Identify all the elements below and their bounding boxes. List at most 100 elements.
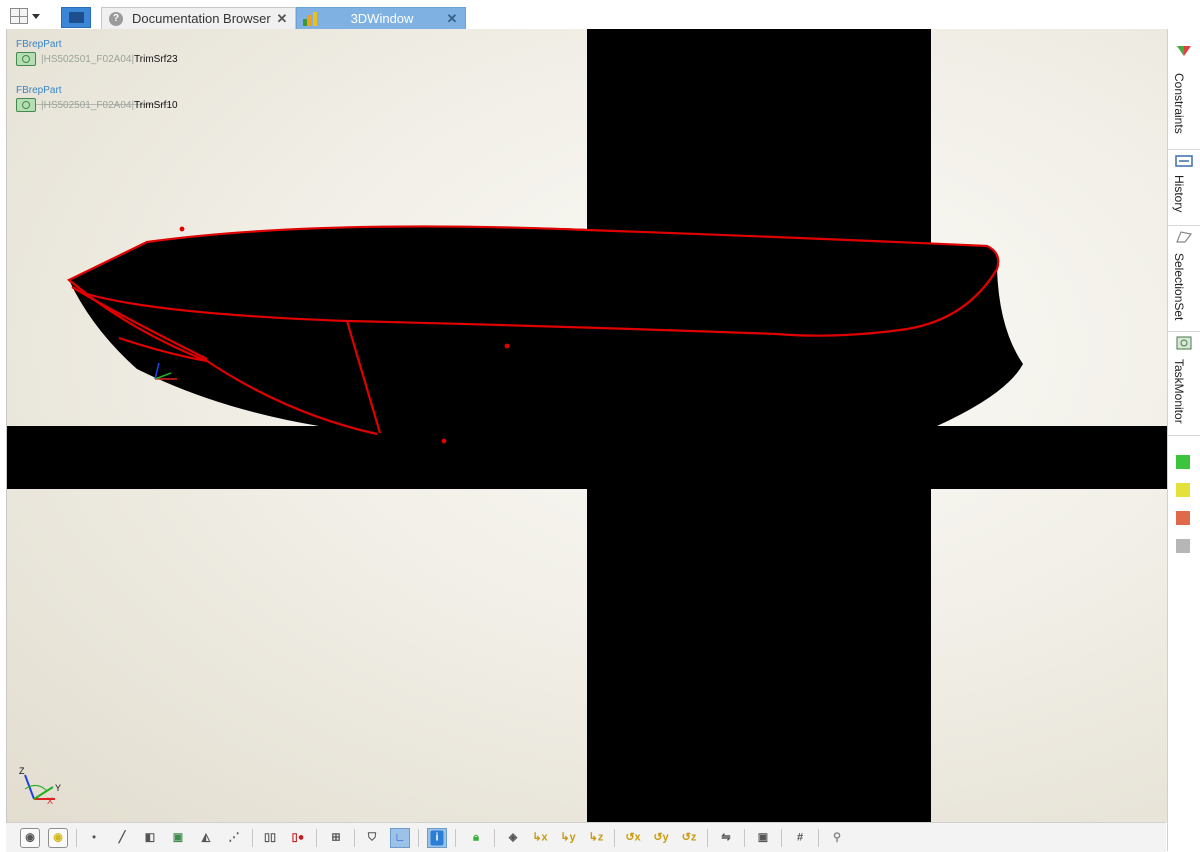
info-button[interactable]: i: [427, 828, 447, 848]
3d-viewport[interactable]: Z Y X FBrepPart |HS502501_F02A04| TrimSrf…: [6, 29, 1167, 822]
selection-set-icon: [1176, 231, 1193, 243]
control-point[interactable]: [504, 343, 510, 349]
axis-y-label: Y: [55, 783, 61, 793]
part-path: |HS502501_F02A04|: [41, 99, 135, 111]
tab-history[interactable]: History: [1168, 149, 1200, 226]
surface-icon: ◧: [144, 831, 156, 844]
close-icon[interactable]: ✕: [275, 11, 289, 27]
section-icon: ⊞: [331, 831, 341, 844]
tab-3dwindow[interactable]: 3DWindow ✕: [296, 7, 466, 29]
control-point[interactable]: [441, 438, 447, 444]
view-x-icon: ↳x: [532, 831, 548, 844]
point-icon: •: [92, 831, 96, 844]
tab-label: Documentation Browser: [132, 11, 271, 26]
solid-filter-button[interactable]: ◭: [196, 828, 216, 848]
toolbar-divider: [707, 829, 708, 847]
part-filter-button[interactable]: ▣: [168, 828, 188, 848]
toolbar-divider: [494, 829, 495, 847]
radio-on-button[interactable]: ◉: [48, 828, 68, 848]
tab-label: Constraints: [1172, 73, 1186, 134]
grid-icon: #: [796, 831, 804, 844]
solid-icon: ◭: [201, 831, 211, 844]
iso-view-button[interactable]: ◈: [503, 828, 523, 848]
task-monitor-icon: [1176, 336, 1192, 350]
part-name: TrimSrf23: [134, 53, 178, 65]
status-swatch-gray[interactable]: [1176, 539, 1190, 553]
brep-part-icon: [16, 98, 36, 112]
brep-part-icon: [16, 52, 36, 66]
view-toolbar: ◉ ◉ • ╱ ◧ ▣ ◭ ⋰ ▯▯ ▯● ⊞ ⛉ ∟ i 🔒︎ ◈ ↳x ↳y…: [6, 822, 1166, 852]
tab-selectionset[interactable]: SelectionSet: [1168, 225, 1200, 332]
lock-button[interactable]: 🔒︎: [466, 828, 486, 848]
tab-label: TaskMonitor: [1172, 359, 1186, 424]
zoom-button[interactable]: ⚲: [827, 828, 847, 848]
part-class-label: FBrepPart: [16, 39, 62, 50]
toolbar-divider: [781, 829, 782, 847]
dotted-line-button[interactable]: ⋰: [224, 828, 244, 848]
tab-label: History: [1172, 175, 1186, 213]
dotted-line-icon: ⋰: [228, 831, 240, 844]
view-y-button[interactable]: ↳y: [558, 828, 578, 848]
control-point[interactable]: [179, 226, 185, 232]
toolbar-divider: [76, 829, 77, 847]
curve-icon: ╱: [118, 831, 126, 844]
folder-icon: [69, 12, 84, 23]
section-button[interactable]: ⊞: [326, 828, 346, 848]
part-icon: ▣: [172, 831, 184, 844]
toolbar-divider: [418, 829, 419, 847]
point-filter-button[interactable]: •: [84, 828, 104, 848]
zoom-icon: ⚲: [832, 831, 842, 844]
shield-button[interactable]: ⛉: [362, 828, 382, 848]
view-z-button[interactable]: ↳z: [586, 828, 606, 848]
toolbar-divider: [744, 829, 745, 847]
curve-filter-button[interactable]: ╱: [112, 828, 132, 848]
wireframe-button[interactable]: ▯▯: [260, 828, 280, 848]
folder-tab[interactable]: [61, 7, 91, 28]
wireframe-icon: ▯▯: [263, 831, 277, 844]
part-name: TrimSrf10: [134, 99, 178, 111]
tab-taskmonitor[interactable]: TaskMonitor: [1168, 331, 1200, 436]
grid-button[interactable]: #: [790, 828, 810, 848]
close-icon[interactable]: ✕: [445, 11, 459, 27]
axis-x-label: X: [47, 796, 53, 806]
screenshot-button[interactable]: ▣: [753, 828, 773, 848]
view-x-button[interactable]: ↳x: [530, 828, 550, 848]
rotate-neg-z-button[interactable]: ↺z: [679, 828, 699, 848]
rotate-neg-y-button[interactable]: ↺y: [651, 828, 671, 848]
status-swatch-red[interactable]: [1176, 511, 1190, 525]
axis-z-label: Z: [19, 766, 25, 776]
toolbar-divider: [455, 829, 456, 847]
toolbar-divider: [818, 829, 819, 847]
radio-off-icon: ◉: [25, 831, 35, 844]
lock-icon: 🔒︎: [473, 831, 479, 844]
status-swatch-green[interactable]: [1176, 455, 1190, 469]
help-icon: ?: [109, 11, 123, 26]
rotate-neg-x-icon: ↺x: [625, 831, 641, 844]
view-y-icon: ↳y: [560, 831, 576, 844]
rotate-neg-z-icon: ↺z: [681, 831, 697, 844]
toolbar-divider: [252, 829, 253, 847]
rotate-neg-y-icon: ↺y: [653, 831, 669, 844]
scene-canvas[interactable]: Z Y X: [7, 29, 1167, 822]
tab-label: 3DWindow: [350, 11, 414, 26]
radio-off-button[interactable]: ◉: [20, 828, 40, 848]
surface-filter-button[interactable]: ◧: [140, 828, 160, 848]
status-swatch-yellow[interactable]: [1176, 483, 1190, 497]
remove-hidden-button[interactable]: ▯●: [288, 828, 308, 848]
tab-bar: ? Documentation Browser ✕ 3DWindow ✕: [0, 0, 1200, 29]
tab-constraints[interactable]: Constraints: [1168, 39, 1200, 150]
flip-button[interactable]: ⇋: [716, 828, 736, 848]
selection-info-2: FBrepPart |HS502501_F02A04| TrimSrf10: [16, 85, 178, 112]
axis-toggle-button[interactable]: ∟: [390, 828, 410, 848]
layout-menu-button[interactable]: [10, 6, 50, 26]
cube-icon: ◈: [508, 831, 518, 844]
3dwindow-icon: [303, 11, 319, 26]
tab-documentation-browser[interactable]: ? Documentation Browser ✕: [101, 7, 296, 29]
part-path: |HS502501_F02A04|: [41, 53, 135, 65]
tab-label: SelectionSet: [1172, 253, 1186, 321]
rotate-neg-x-button[interactable]: ↺x: [623, 828, 643, 848]
radio-on-icon: ◉: [53, 831, 63, 844]
axis-icon: ∟: [394, 831, 406, 844]
toolbar-divider: [354, 829, 355, 847]
chevron-down-icon: [32, 13, 40, 19]
